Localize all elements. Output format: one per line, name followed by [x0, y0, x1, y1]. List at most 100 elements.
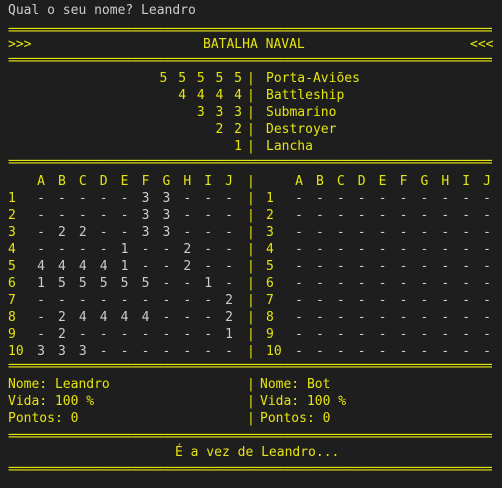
- bot-board-cell: -: [441, 327, 450, 342]
- player-board-cell: -: [141, 259, 150, 274]
- player-row-label: 9: [8, 327, 16, 342]
- stats-divider: |: [247, 377, 255, 392]
- bot-board-cell: -: [420, 259, 429, 274]
- bot-board-cell: -: [483, 310, 491, 325]
- bot-board-cell: -: [295, 208, 303, 223]
- bot-board-cell: -: [483, 327, 491, 342]
- bot-board-cell: -: [462, 208, 471, 223]
- player-row-label: 7: [8, 293, 16, 308]
- player-board-cell: 4: [78, 259, 87, 274]
- player-board-cell: -: [99, 327, 108, 342]
- player-board-cell: -: [37, 208, 45, 223]
- bot-board-cell: -: [336, 276, 345, 291]
- name-prompt: Qual o seu nome? Leandro: [8, 3, 196, 18]
- bot-board-cell: -: [357, 259, 366, 274]
- bot-board-cell: -: [315, 310, 324, 325]
- separator: ========================================…: [8, 53, 492, 68]
- bot-column-label: H: [441, 174, 450, 189]
- player-board-cell: -: [162, 276, 171, 291]
- player-board-cell: 1: [37, 276, 45, 291]
- player-board-cell: 2: [57, 310, 66, 325]
- bot-column-label: C: [336, 174, 345, 189]
- bot-board-cell: -: [378, 191, 387, 206]
- bot-points: Pontos: 0: [260, 411, 331, 426]
- separator: ========================================…: [8, 359, 492, 374]
- player-board-cell: -: [204, 208, 213, 223]
- player-board-cell: -: [183, 310, 192, 325]
- bot-column-label: D: [357, 174, 366, 189]
- bot-board-cell: -: [483, 276, 491, 291]
- ship-count: 1: [234, 139, 242, 154]
- bot-board-cell: -: [399, 293, 408, 308]
- bot-board-cell: -: [420, 327, 429, 342]
- player-board-cell: 5: [99, 276, 108, 291]
- player-board-cell: -: [120, 327, 129, 342]
- bot-board-cell: -: [336, 208, 345, 223]
- player-board-cell: -: [37, 242, 45, 257]
- ship-name: Porta-Aviões: [266, 71, 360, 86]
- player-board-cell: 2: [57, 225, 66, 240]
- player-board-cell: -: [78, 293, 87, 308]
- player-board-cell: -: [204, 225, 213, 240]
- boards-divider: |: [247, 208, 255, 223]
- bot-board-cell: -: [420, 242, 429, 257]
- bot-board-cell: -: [483, 242, 491, 257]
- bot-row-label: 1: [266, 191, 274, 206]
- bot-board-cell: -: [483, 293, 491, 308]
- bot-board-cell: -: [315, 242, 324, 257]
- bot-board-cell: -: [462, 276, 471, 291]
- ships-divider: |: [247, 71, 255, 86]
- player-board-cell: 5: [141, 276, 150, 291]
- bot-board-cell: -: [399, 191, 408, 206]
- bot-column-label: B: [315, 174, 324, 189]
- player-board-cell: -: [204, 293, 213, 308]
- player-board-cell: -: [162, 310, 171, 325]
- bot-board-cell: -: [336, 310, 345, 325]
- bot-row-label: 6: [266, 276, 274, 291]
- bot-board-cell: -: [357, 327, 366, 342]
- player-board-cell: -: [204, 191, 213, 206]
- bot-board-cell: -: [399, 259, 408, 274]
- player-row-label: 3: [8, 225, 16, 240]
- player-board-cell: -: [37, 191, 45, 206]
- player-board-cell: -: [225, 276, 233, 291]
- player-board-cell: -: [183, 191, 192, 206]
- bot-board-cell: -: [357, 242, 366, 257]
- bot-board-cell: -: [441, 259, 450, 274]
- player-board-cell: 1: [120, 242, 129, 257]
- bot-board-cell: -: [315, 293, 324, 308]
- player-board-cell: -: [57, 293, 66, 308]
- player-board-cell: 3: [141, 225, 150, 240]
- turn-message: É a vez de Leandro...: [175, 445, 340, 460]
- player-board-cell: -: [162, 327, 171, 342]
- bot-life: Vida: 100 %: [260, 394, 347, 409]
- bot-row-label: 9: [266, 327, 274, 342]
- player-board-cell: 4: [99, 259, 108, 274]
- player-board-cell: 3: [162, 208, 171, 223]
- player-board-cell: -: [225, 242, 233, 257]
- player-board-cell: 4: [120, 310, 129, 325]
- bot-row-label: 5: [266, 259, 274, 274]
- player-board-cell: -: [120, 191, 129, 206]
- ship-count: 5 5 5 5 5: [159, 71, 242, 86]
- player-board-cell: 2: [78, 225, 87, 240]
- player-board-cell: -: [57, 208, 66, 223]
- bot-board-cell: -: [357, 191, 366, 206]
- bot-board-cell: -: [315, 225, 324, 240]
- player-board-cell: -: [225, 191, 233, 206]
- player-column-label: A: [37, 174, 45, 189]
- bot-board-cell: -: [357, 293, 366, 308]
- bot-column-label: E: [378, 174, 387, 189]
- player-board-cell: -: [57, 191, 66, 206]
- player-column-label: F: [141, 174, 150, 189]
- player-board-cell: -: [57, 242, 66, 257]
- bot-column-label: I: [462, 174, 471, 189]
- bot-board-cell: -: [399, 225, 408, 240]
- player-column-label: J: [225, 174, 233, 189]
- player-board-cell: 2: [57, 327, 66, 342]
- boards-divider: |: [247, 225, 255, 240]
- bot-board-cell: -: [295, 327, 303, 342]
- bot-board-cell: -: [378, 225, 387, 240]
- bot-board-cell: -: [336, 242, 345, 257]
- player-board-cell: 4: [99, 310, 108, 325]
